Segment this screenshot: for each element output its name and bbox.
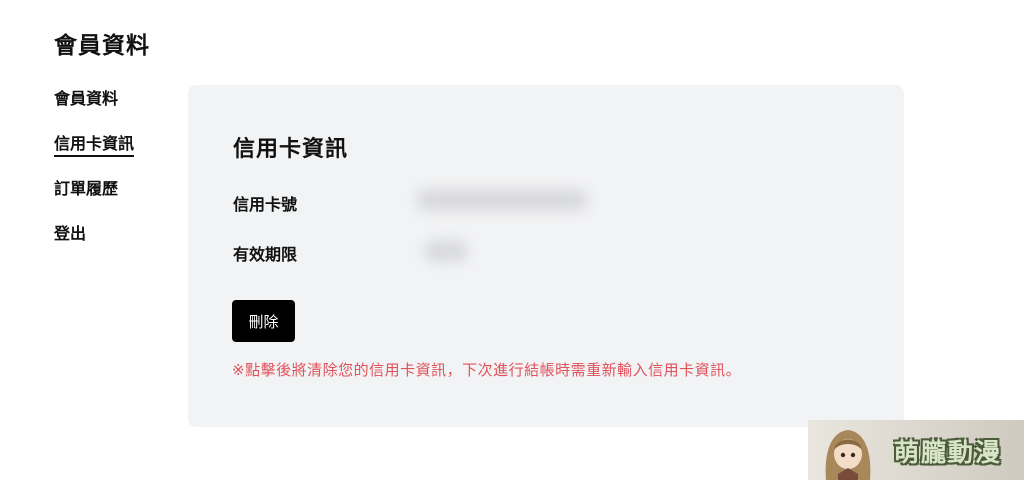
sidebar-item-credit-card-info[interactable]: 信用卡資訊 — [54, 133, 135, 157]
panel-title: 信用卡資訊 — [233, 137, 349, 162]
sidebar-item-label: 登出 — [54, 224, 87, 243]
sidebar-item-member-info[interactable]: 會員資料 — [54, 88, 134, 110]
expiry-date-value-blurred — [424, 240, 468, 262]
card-number-value-blurred — [416, 189, 588, 211]
card-number-label: 信用卡號 — [233, 195, 298, 214]
page-title: 會員資料 — [54, 33, 150, 59]
sidebar-item-label: 訂單履歷 — [54, 179, 119, 198]
sidebar-nav: 會員資料 信用卡資訊 訂單履歷 登出 — [54, 88, 135, 268]
sidebar-item-logout[interactable]: 登出 — [54, 223, 134, 245]
sidebar-item-label: 會員資料 — [54, 89, 119, 108]
sidebar-item-order-history[interactable]: 訂單履歷 — [54, 178, 134, 200]
watermark-text: 萌朧動漫 — [894, 438, 1003, 467]
delete-card-button[interactable]: 刪除 — [232, 300, 295, 342]
anime-character-icon — [825, 430, 871, 480]
delete-warning-text: ※點擊後將清除您的信用卡資訊，下次進行結帳時需重新輸入信用卡資訊。 — [232, 361, 742, 379]
expiry-date-label: 有效期限 — [233, 245, 298, 264]
sidebar-item-label: 信用卡資訊 — [54, 134, 135, 157]
watermark-logo: 萌朧動漫 — [808, 420, 1024, 480]
credit-card-panel: 信用卡資訊 信用卡號 有效期限 刪除 ※點擊後將清除您的信用卡資訊，下次進行結帳… — [188, 85, 904, 427]
